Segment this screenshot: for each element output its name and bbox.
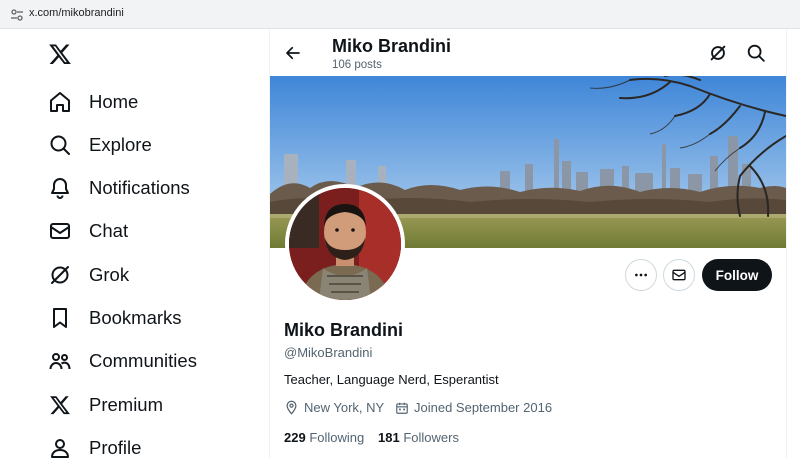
nav-item-home[interactable]: Home: [46, 85, 256, 119]
avatar[interactable]: [285, 184, 405, 304]
followers-count: 181: [378, 430, 400, 445]
profile-joined: Joined September 2016: [395, 400, 552, 415]
more-options-button[interactable]: [625, 259, 657, 291]
column-divider: [786, 29, 787, 458]
bookmark-icon: [46, 304, 74, 332]
site-settings-icon[interactable]: [10, 8, 24, 22]
home-icon: [46, 88, 74, 116]
communities-icon: [46, 347, 74, 375]
nav-label: Home: [89, 91, 139, 112]
search-icon: [46, 131, 74, 159]
grok-icon: [46, 261, 74, 289]
arrow-left-icon: [286, 46, 300, 60]
nav-label: Grok: [89, 264, 130, 285]
calendar-icon: [396, 402, 408, 414]
bell-icon: [46, 174, 74, 202]
more-icon: [635, 273, 647, 277]
profile-name: Miko Brandini: [284, 320, 404, 340]
following-label: Following: [309, 430, 365, 445]
following-link[interactable]: 229 Following: [284, 430, 364, 445]
nav-item-premium[interactable]: Premium: [46, 388, 256, 422]
nav-label: Profile: [89, 437, 142, 458]
nav-label: Notifications: [89, 177, 190, 198]
grok-icon[interactable]: [707, 42, 729, 64]
url-text[interactable]: x.com/mikobrandini: [29, 7, 124, 19]
joined-text: Joined September 2016: [414, 400, 553, 415]
followers-label: Followers: [403, 430, 459, 445]
nav-label: Chat: [89, 220, 129, 241]
back-button[interactable]: [280, 40, 306, 66]
following-count: 229: [284, 430, 306, 445]
nav-item-bookmarks[interactable]: Bookmarks: [46, 301, 256, 335]
nav-label: Communities: [89, 350, 197, 371]
person-icon: [46, 434, 74, 458]
profile-location: New York, NY: [284, 400, 384, 415]
nav-item-chat[interactable]: Chat: [46, 214, 256, 248]
x-logo-icon[interactable]: [48, 42, 72, 66]
page-title: Miko Brandini: [332, 36, 452, 56]
profile-bio: Teacher, Language Nerd, Esperantist: [284, 372, 499, 387]
search-icon[interactable]: [745, 42, 767, 64]
nav-item-notifications[interactable]: Notifications: [46, 171, 256, 205]
post-count: 106 posts: [332, 59, 382, 71]
location-text: New York, NY: [304, 400, 385, 415]
profile-handle: @MikoBrandini: [284, 345, 373, 360]
mail-icon: [672, 269, 686, 281]
nav-item-grok[interactable]: Grok: [46, 258, 256, 292]
nav-item-communities[interactable]: Communities: [46, 344, 256, 378]
message-button[interactable]: [663, 259, 695, 291]
nav-label: Premium: [89, 394, 164, 415]
nav-item-explore[interactable]: Explore: [46, 128, 256, 162]
location-pin-icon: [286, 400, 297, 415]
nav-item-profile[interactable]: Profile: [46, 431, 256, 458]
browser-address-bar[interactable]: x.com/mikobrandini: [0, 0, 800, 29]
mail-icon: [46, 217, 74, 245]
followers-link[interactable]: 181 Followers: [378, 430, 459, 445]
follow-button[interactable]: Follow: [702, 259, 772, 291]
x-logo-icon: [46, 391, 74, 419]
nav-label: Explore: [89, 134, 152, 155]
nav-label: Bookmarks: [89, 307, 182, 328]
